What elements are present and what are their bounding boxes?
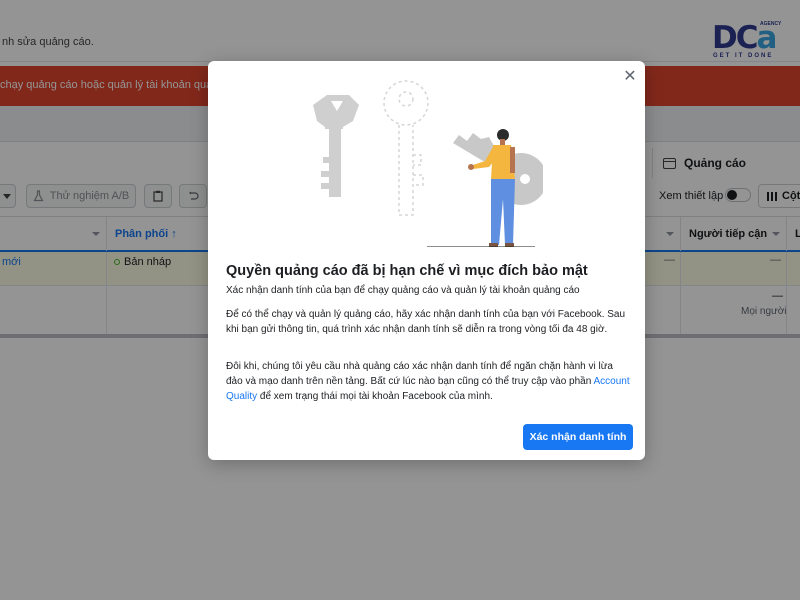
dialog-subtitle: Xác nhận danh tính của bạn để chạy quảng…	[226, 285, 580, 296]
dialog-paragraph-1: Để có thể chạy và quản lý quảng cáo, hãy…	[226, 309, 626, 335]
dialog-title: Quyền quảng cáo đã bị hạn chế vì mục đíc…	[226, 263, 588, 279]
confirm-identity-button[interactable]: Xác nhận danh tính	[523, 424, 633, 450]
person-holding-key-illustration	[313, 80, 543, 247]
identity-verification-dialog: ✕ Quyền quảng cáo đã bị hạn chế vì mục đ…	[208, 61, 645, 460]
dialog-paragraph-2: Đôi khi, chúng tôi yêu cầu nhà quảng cáo…	[226, 361, 630, 402]
close-icon[interactable]: ✕	[622, 69, 638, 85]
